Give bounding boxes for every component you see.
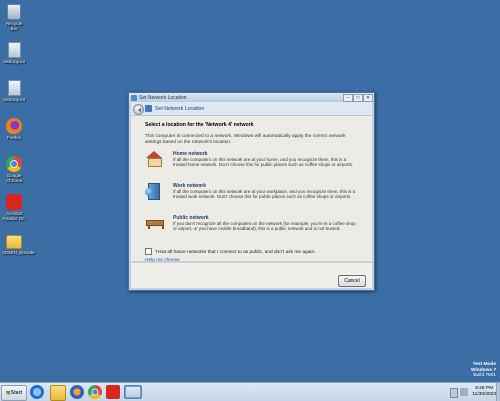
option-description: If all the computers on this network are… xyxy=(173,189,356,200)
treat-as-public-row: Treat all future networks that I connect… xyxy=(145,248,315,255)
window-title: Set Network Location xyxy=(139,94,187,101)
start-button[interactable]: Start xyxy=(1,385,27,401)
network-icon xyxy=(131,94,137,101)
work-building-icon xyxy=(145,183,163,200)
dialog-content: Select a location for the 'Network 4' ne… xyxy=(131,116,372,263)
work-network-option[interactable]: Work network If all the computers on thi… xyxy=(145,183,357,203)
desktop-icon-acrobat[interactable]: Acrobat Reader DC xyxy=(2,194,26,221)
chrome-icon xyxy=(6,156,22,172)
acrobat-icon[interactable] xyxy=(106,385,120,399)
file-explorer-icon[interactable] xyxy=(50,385,66,401)
desktop-icon-label: ADMIN_Elevate xyxy=(2,250,35,255)
park-bench-icon xyxy=(145,215,164,230)
folder-icon xyxy=(6,235,22,249)
set-network-location-dialog: Set Network Location – □ ✕ Set Network L… xyxy=(128,92,375,291)
desktop-icon-label: Google Chrome xyxy=(5,173,23,183)
treat-as-public-checkbox[interactable] xyxy=(145,248,152,255)
taskbar-clock[interactable]: 8:28 PM 11/30/2023 xyxy=(472,386,496,398)
taskbar: Start 8:28 PM 11/30/2023 xyxy=(0,382,500,401)
system-tray xyxy=(450,387,470,398)
back-button[interactable] xyxy=(133,104,144,115)
cancel-button[interactable]: Cancel xyxy=(338,275,366,287)
nav-title: Set Network Location xyxy=(155,106,205,112)
desktop-icon-recycle-bin[interactable]: Recycle Bin xyxy=(2,4,26,31)
recycle-bin-icon xyxy=(7,4,21,20)
desktop-icon-label: desktop.ini xyxy=(3,59,25,64)
desktop-icon-label: Acrobat Reader DC xyxy=(2,211,26,221)
desktop-icon-chrome[interactable]: Google Chrome xyxy=(2,156,26,183)
close-button[interactable]: ✕ xyxy=(363,94,373,102)
desktop-icon-label: Recycle Bin xyxy=(5,21,23,31)
settings-file-icon xyxy=(7,42,21,58)
network-icon xyxy=(145,105,152,112)
clock-date: 11/30/2023 xyxy=(472,392,496,397)
test-mode-watermark: Test Mode Windows 7 Build 7601 xyxy=(471,362,496,379)
start-label: Start xyxy=(10,390,23,396)
desktop-icon-admin-elevate[interactable]: ADMIN_Elevate xyxy=(2,232,35,255)
network-dialog-taskbar-icon[interactable] xyxy=(124,385,142,399)
internet-explorer-icon[interactable] xyxy=(30,385,44,399)
public-network-option[interactable]: Public network If you don't recognize al… xyxy=(145,215,357,235)
home-icon xyxy=(145,151,163,167)
maximize-button[interactable]: □ xyxy=(353,94,363,102)
acrobat-icon xyxy=(6,194,22,210)
minimize-button[interactable]: – xyxy=(343,94,353,102)
desktop-icon-label: Firefox xyxy=(6,135,22,140)
chrome-icon[interactable] xyxy=(88,385,102,399)
tray-icon[interactable] xyxy=(450,388,458,398)
windows-logo-icon xyxy=(5,390,10,395)
firefox-icon xyxy=(6,118,22,134)
option-description: If you don't recognize all the computers… xyxy=(173,221,356,232)
show-desktop-button[interactable] xyxy=(496,383,500,401)
desktop-icon-desktop-ini-2[interactable]: desktop.ini xyxy=(2,80,26,102)
dialog-footer: Cancel xyxy=(131,262,372,288)
dialog-titlebar[interactable]: Set Network Location – □ ✕ xyxy=(129,93,374,102)
page-heading: Select a location for the 'Network 4' ne… xyxy=(145,122,254,128)
dialog-navbar: Set Network Location xyxy=(131,102,372,116)
page-description: This computer is connected to a network.… xyxy=(145,134,346,145)
checkbox-label[interactable]: Treat all future networks that I connect… xyxy=(155,250,315,255)
desktop-icon-firefox[interactable]: Firefox xyxy=(2,118,26,140)
media-player-icon[interactable] xyxy=(70,385,84,399)
option-description: If all the computers on this network are… xyxy=(173,157,354,168)
desktop-icon-desktop-ini-1[interactable]: desktop.ini xyxy=(2,42,26,64)
watermark-line: Build 7601 xyxy=(473,373,496,379)
desktop-icon-label: desktop.ini xyxy=(3,97,25,102)
speaker-icon[interactable] xyxy=(460,388,468,396)
home-network-option[interactable]: Home network If all the computers on thi… xyxy=(145,151,357,171)
settings-file-icon xyxy=(7,80,21,96)
watermark-line: Test Mode xyxy=(472,362,496,367)
